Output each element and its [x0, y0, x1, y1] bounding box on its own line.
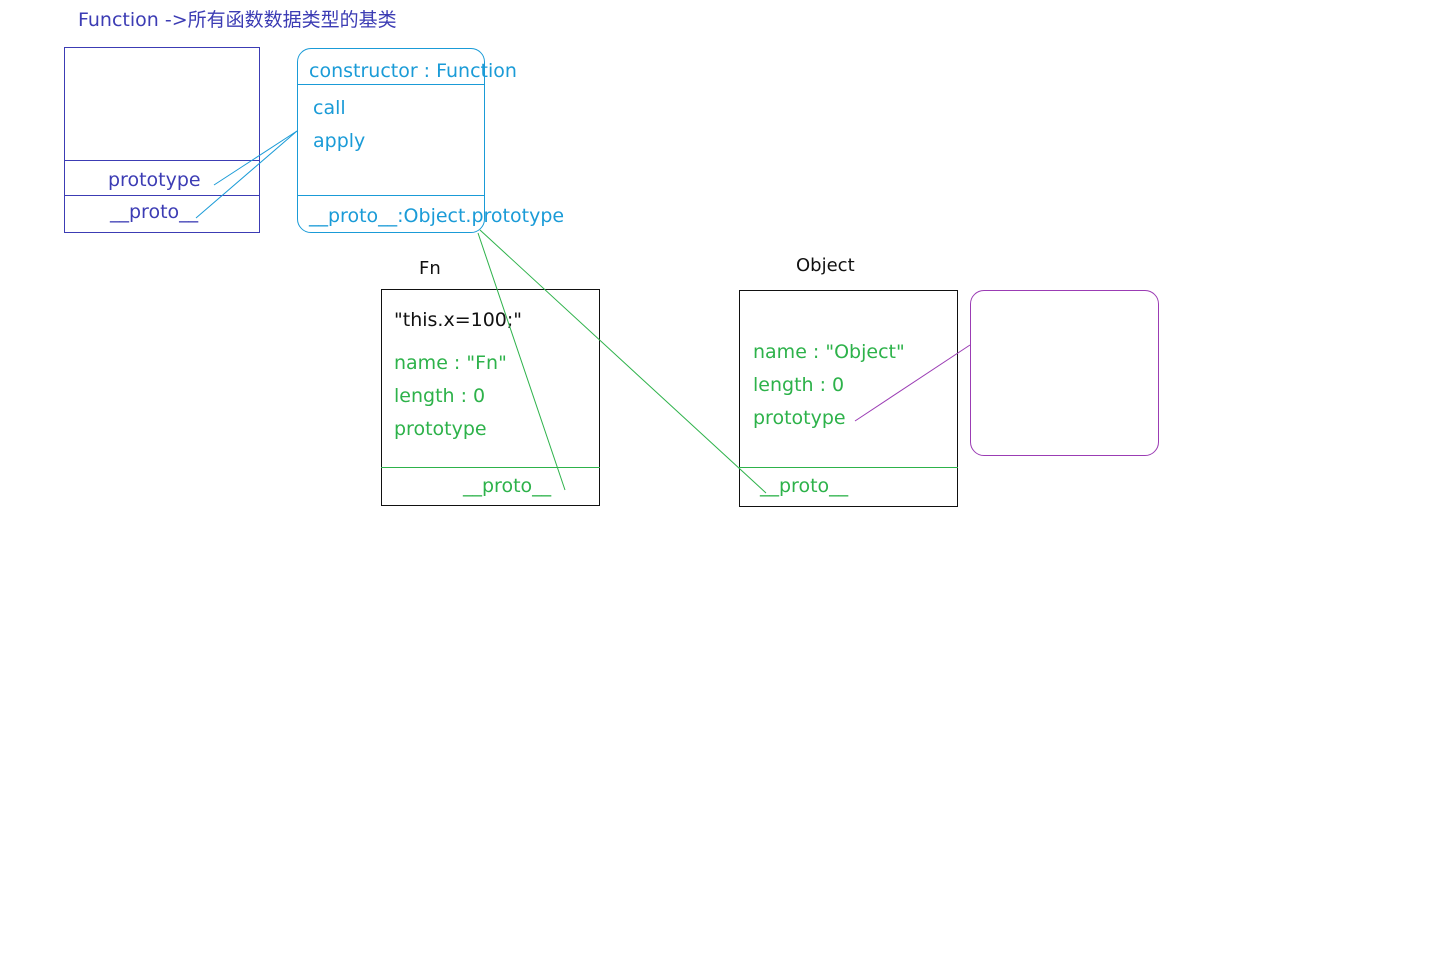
object-proto-label: __proto__ — [760, 475, 849, 497]
fn-box-divider — [381, 467, 600, 468]
function-box-divider-bottom — [64, 195, 260, 196]
object-box-title: Object — [796, 255, 855, 276]
fn-box-title: Fn — [419, 258, 441, 279]
constructor-label: constructor : Function — [309, 60, 517, 82]
fn-prop-prototype: prototype — [394, 418, 487, 440]
function-box-divider-top — [64, 160, 260, 161]
function-prototype-divider-top — [297, 84, 485, 85]
fn-body: "this.x=100;" — [394, 309, 523, 331]
method-apply: apply — [313, 130, 366, 152]
fn-prop-length: length : 0 — [394, 385, 486, 407]
fn-proto-label: __proto__ — [463, 475, 552, 497]
function-prototype-label: prototype — [108, 169, 201, 191]
function-prototype-proto-label: __proto__:Object.prototype — [309, 205, 565, 227]
function-prototype-divider-bottom — [297, 195, 485, 196]
function-proto-label: __proto__ — [110, 201, 199, 223]
object-prop-length: length : 0 — [753, 374, 845, 396]
object-prototype-box — [970, 290, 1159, 456]
object-prop-name: name : "Object" — [753, 341, 905, 363]
object-prop-prototype: prototype — [753, 407, 846, 429]
fn-prop-name: name : "Fn" — [394, 352, 507, 374]
diagram-title: Function ->所有函数数据类型的基类 — [78, 9, 397, 31]
object-box-divider — [739, 467, 958, 468]
method-call: call — [313, 97, 346, 119]
